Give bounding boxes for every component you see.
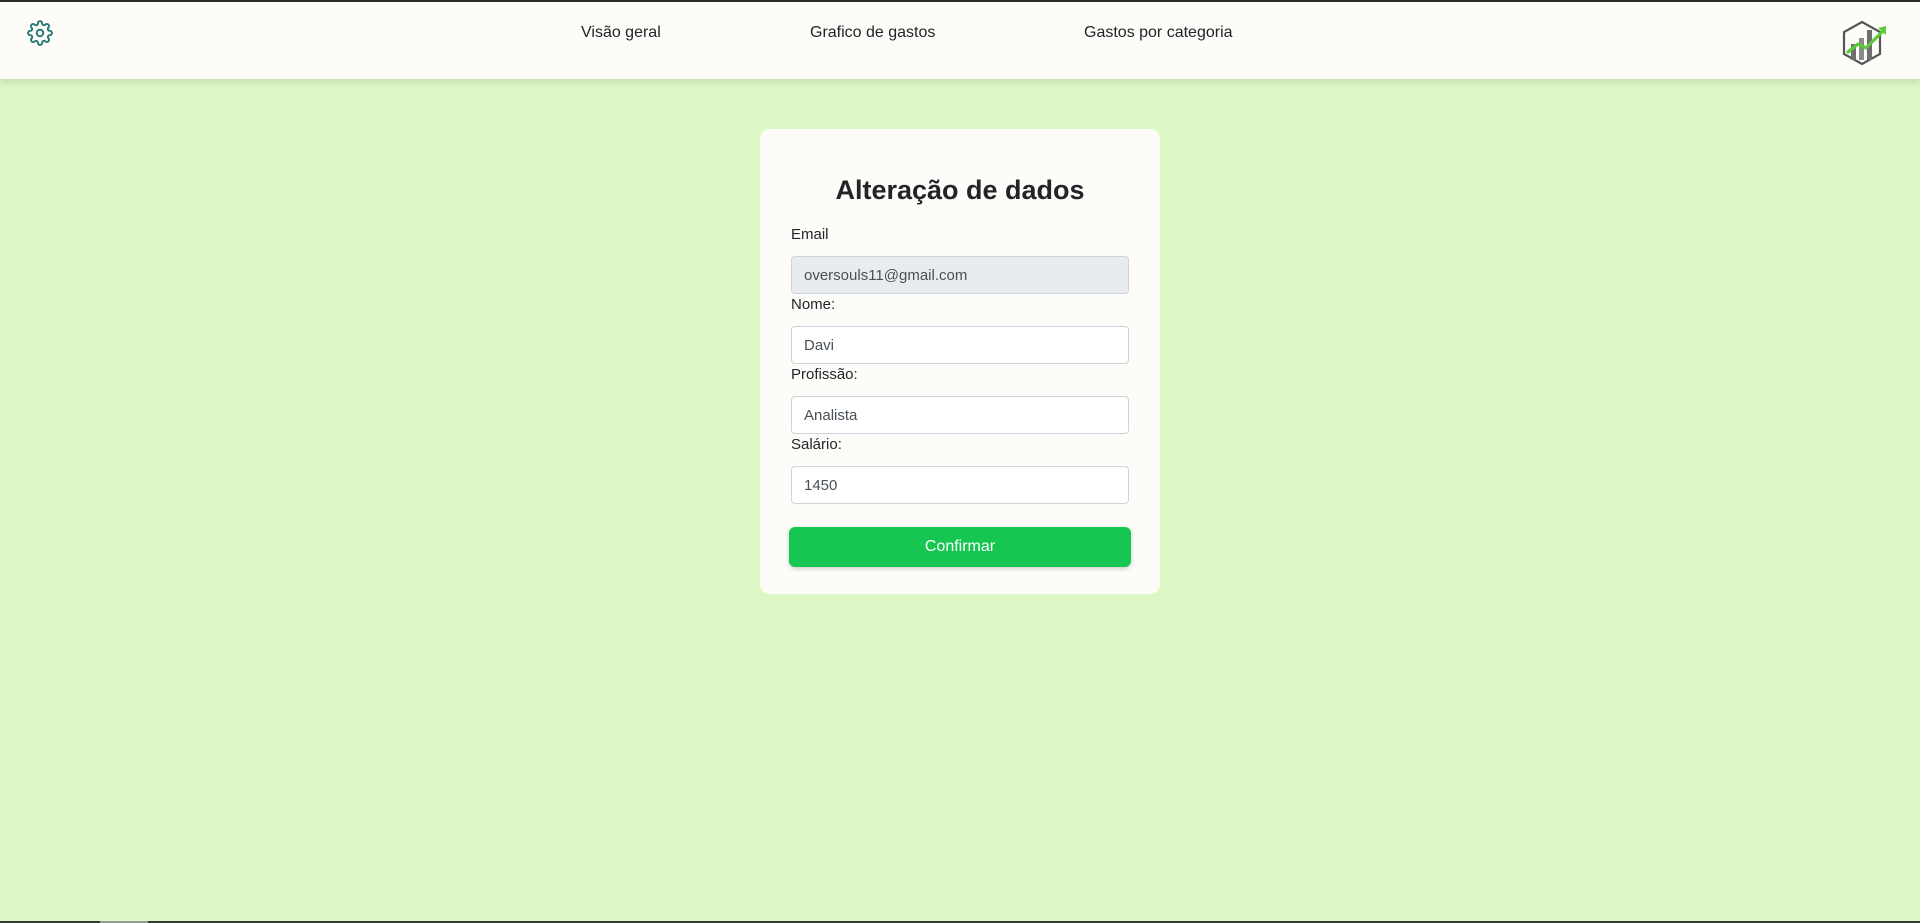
confirm-button[interactable]: Confirmar [789,527,1131,567]
profile-edit-card: Alteração de dados Email Nome: Profissão… [760,129,1160,594]
profession-label: Profissão: [791,366,858,383]
email-label: Email [791,226,829,243]
nav-link-grafico-de-gastos[interactable]: Grafico de gastos [810,24,935,42]
name-field[interactable] [791,326,1129,364]
profession-field[interactable] [791,396,1129,434]
growth-chart-logo-icon [1842,20,1886,66]
salary-label: Salário: [791,436,842,453]
brand-logo[interactable] [1842,18,1888,68]
email-field[interactable] [791,256,1129,294]
name-label: Nome: [791,296,836,313]
salary-field[interactable] [791,466,1129,504]
top-navbar: Visão geral Grafico de gastos Gastos por… [0,2,1920,79]
nav-link-visao-geral[interactable]: Visão geral [581,24,661,42]
nav-link-gastos-por-categoria[interactable]: Gastos por categoria [1084,24,1233,42]
form-title: Alteração de dados [835,175,1085,205]
nav-links: Visão geral Grafico de gastos Gastos por… [0,2,1920,79]
